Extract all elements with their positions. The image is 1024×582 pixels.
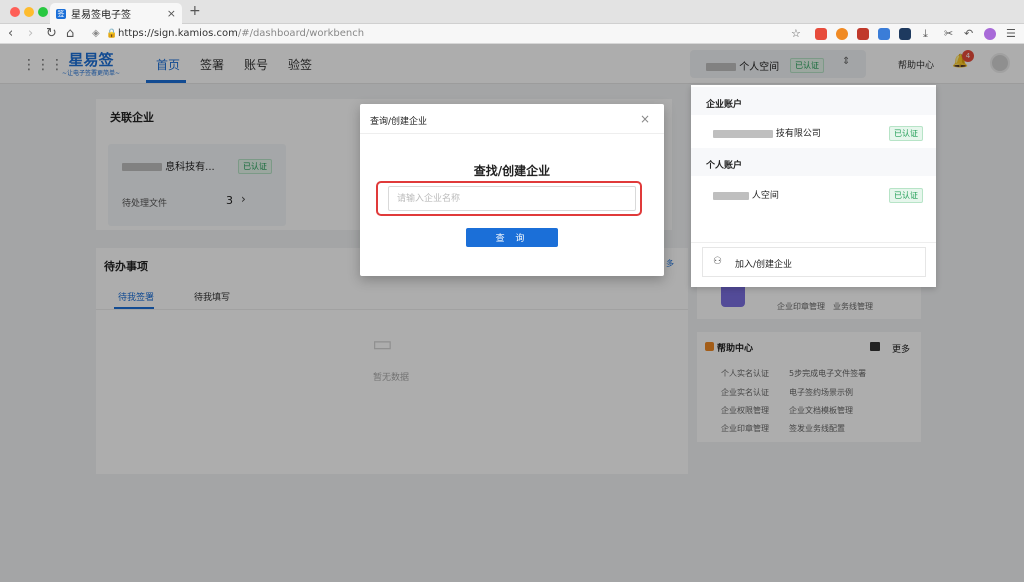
menu-icon[interactable]: ☰	[1006, 26, 1016, 42]
back-icon[interactable]: ‹	[8, 26, 13, 42]
browser-tab[interactable]: 签 星易签电子签 ×	[50, 3, 182, 24]
enterprise-account-name: 技有限公司	[713, 126, 821, 139]
tab-close-icon[interactable]: ×	[167, 7, 176, 20]
modal-title: 查询/创建企业	[370, 117, 428, 127]
tab-title: 星易签电子签	[71, 10, 131, 21]
new-tab-button[interactable]: +	[189, 3, 201, 19]
personal-account-name: 人空间	[713, 188, 779, 201]
scissors-icon[interactable]: ✂	[944, 26, 953, 42]
lock-icon: 🔒	[106, 29, 118, 39]
bookmark-star-icon[interactable]: ☆	[791, 26, 801, 42]
address-bar[interactable]: https://sign.kamios.com/#/dashboard/work…	[118, 28, 364, 39]
home-icon[interactable]: ⌂	[66, 26, 74, 42]
enterprise-name-input[interactable]	[388, 186, 636, 211]
users-add-icon: ⚇	[713, 256, 722, 267]
dropdown-divider	[691, 242, 936, 243]
extension-icon[interactable]	[984, 28, 996, 40]
extension-icon[interactable]	[815, 28, 827, 40]
modal-header: 查询/创建企业 ×	[360, 104, 664, 134]
undo-icon[interactable]: ↶	[964, 26, 973, 42]
enterprise-account-item[interactable]: 技有限公司 已认证	[691, 115, 936, 147]
modal-heading: 查找/创建企业	[473, 164, 551, 178]
personal-section-header: 个人账户	[691, 148, 936, 176]
shield-icon[interactable]: ◈	[92, 26, 100, 42]
close-icon[interactable]: ×	[640, 112, 650, 126]
camera-icon[interactable]	[899, 28, 911, 40]
join-create-label: 加入/创建企业	[735, 260, 793, 270]
query-button[interactable]: 查 询	[466, 228, 558, 247]
extension-icon[interactable]	[836, 28, 848, 40]
close-window-button[interactable]	[10, 7, 20, 17]
extension-icon[interactable]	[857, 28, 869, 40]
browser-toolbar: ‹ › ↻ ⌂ ◈ 🔒 https://sign.kamios.com/#/da…	[0, 24, 1024, 44]
download-icon[interactable]: ⤓	[923, 26, 928, 42]
url-host: https://sign.kamios.com	[118, 28, 238, 39]
zoom-window-button[interactable]	[38, 7, 48, 17]
minimize-window-button[interactable]	[24, 7, 34, 17]
enterprise-verified-badge: 已认证	[889, 126, 923, 141]
reload-icon[interactable]: ↻	[46, 26, 57, 42]
browser-tab-bar: 签 星易签电子签 × +	[0, 0, 1024, 24]
enterprise-section-header: 企业账户	[691, 87, 936, 115]
url-path: /#/dashboard/workbench	[237, 28, 365, 39]
extension-icon[interactable]	[878, 28, 890, 40]
personal-verified-badge: 已认证	[889, 188, 923, 203]
forward-icon[interactable]: ›	[28, 26, 33, 42]
tab-favicon-icon: 签	[56, 8, 66, 19]
personal-account-item[interactable]: 人空间 已认证	[691, 177, 936, 209]
join-create-enterprise-button[interactable]: ⚇ 加入/创建企业	[702, 247, 926, 277]
